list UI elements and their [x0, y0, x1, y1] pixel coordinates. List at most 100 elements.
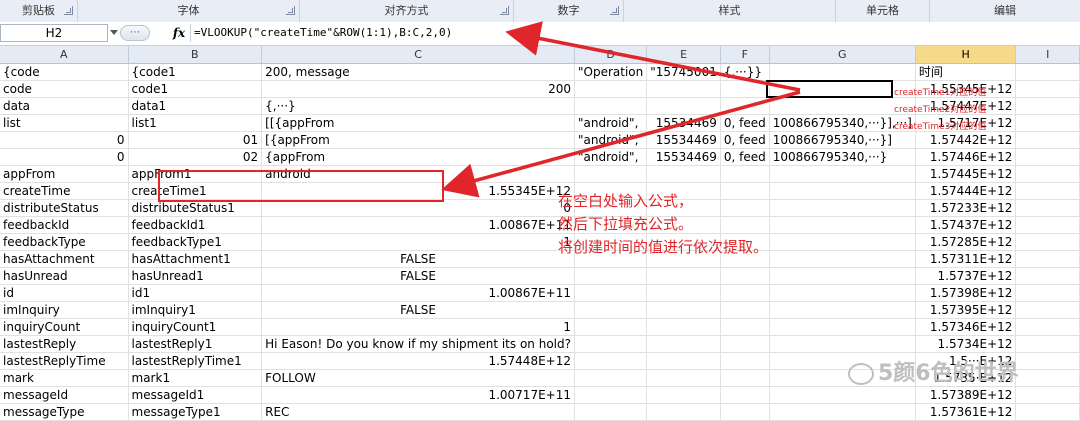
- cell-i2[interactable]: [1015, 80, 1080, 98]
- cell-a2[interactable]: code: [0, 80, 129, 98]
- column-header-c[interactable]: C: [261, 46, 575, 64]
- cell-g14[interactable]: [769, 284, 916, 302]
- cell-e3[interactable]: [646, 97, 721, 115]
- cell-c4[interactable]: [[{appFrom: [261, 114, 575, 132]
- cell-b5[interactable]: 01: [128, 131, 263, 149]
- cell-a4[interactable]: list: [0, 114, 129, 132]
- cell-e6[interactable]: 15534469: [646, 148, 721, 166]
- cell-i9[interactable]: [1015, 199, 1080, 217]
- cell-a1[interactable]: {code: [0, 63, 129, 81]
- cell-c9[interactable]: 0: [261, 199, 575, 217]
- cell-b20[interactable]: messageId1: [128, 386, 263, 404]
- cell-b17[interactable]: lastestReply1: [128, 335, 263, 353]
- cell-c6[interactable]: {appFrom: [261, 148, 575, 166]
- cell-f19[interactable]: [720, 369, 770, 387]
- column-header-a[interactable]: A: [0, 46, 129, 64]
- cell-e21[interactable]: [646, 403, 721, 421]
- insert-function-icon[interactable]: fx: [168, 24, 190, 42]
- cell-e20[interactable]: [646, 386, 721, 404]
- cell-i4[interactable]: [1015, 114, 1080, 132]
- cell-c19[interactable]: FOLLOW: [261, 369, 575, 387]
- dialog-launcher-icon[interactable]: [500, 6, 509, 15]
- cell-a16[interactable]: inquiryCount: [0, 318, 129, 336]
- ribbon-group-number[interactable]: 数字: [514, 0, 624, 22]
- cell-f21[interactable]: [720, 403, 770, 421]
- cell-c13[interactable]: FALSE: [261, 267, 575, 285]
- cell-f6[interactable]: 0, feed: [720, 148, 770, 166]
- cell-d5[interactable]: "android",: [574, 131, 648, 149]
- cell-a6[interactable]: 0: [0, 148, 129, 166]
- cell-h5[interactable]: 1.57442E+12: [915, 131, 1017, 149]
- cell-a8[interactable]: createTime: [0, 182, 129, 200]
- ribbon-group-alignment[interactable]: 对齐方式: [300, 0, 514, 22]
- cell-i15[interactable]: [1015, 301, 1080, 319]
- column-header-f[interactable]: F: [720, 46, 770, 64]
- cell-a9[interactable]: distributeStatus: [0, 199, 129, 217]
- cell-b21[interactable]: messageType1: [128, 403, 263, 421]
- column-header-e[interactable]: E: [646, 46, 721, 64]
- cell-i3[interactable]: [1015, 97, 1080, 115]
- ribbon-group-editing[interactable]: 编辑: [930, 0, 1080, 22]
- cell-h10[interactable]: 1.57437E+12: [915, 216, 1017, 234]
- ribbon-group-styles[interactable]: 样式: [624, 0, 836, 22]
- cell-e19[interactable]: [646, 369, 721, 387]
- cell-e14[interactable]: [646, 284, 721, 302]
- cell-g8[interactable]: [769, 182, 916, 200]
- column-header-g[interactable]: G: [769, 46, 916, 64]
- cell-c16[interactable]: 1: [261, 318, 575, 336]
- column-header-d[interactable]: D: [574, 46, 648, 64]
- cell-i1[interactable]: [1015, 63, 1080, 81]
- cell-d19[interactable]: [574, 369, 648, 387]
- cell-g12[interactable]: [769, 250, 916, 268]
- selected-cell-h2[interactable]: [766, 80, 893, 98]
- cell-h14[interactable]: 1.57398E+12: [915, 284, 1017, 302]
- cell-h15[interactable]: 1.57395E+12: [915, 301, 1017, 319]
- cell-a12[interactable]: hasAttachment: [0, 250, 129, 268]
- cell-g21[interactable]: [769, 403, 916, 421]
- cell-f18[interactable]: [720, 352, 770, 370]
- cell-d13[interactable]: [574, 267, 648, 285]
- cell-f13[interactable]: [720, 267, 770, 285]
- dialog-launcher-icon[interactable]: [64, 6, 73, 15]
- cell-h12[interactable]: 1.57311E+12: [915, 250, 1017, 268]
- cell-e4[interactable]: 15534469: [646, 114, 721, 132]
- cell-f3[interactable]: [720, 97, 770, 115]
- cell-b15[interactable]: imInquiry1: [128, 301, 263, 319]
- cell-i5[interactable]: [1015, 131, 1080, 149]
- cell-h21[interactable]: 1.57361E+12: [915, 403, 1017, 421]
- cell-d17[interactable]: [574, 335, 648, 353]
- cell-g9[interactable]: [769, 199, 916, 217]
- cell-h11[interactable]: 1.57285E+12: [915, 233, 1017, 251]
- cell-c1[interactable]: 200, message: [261, 63, 575, 81]
- formula-bar-handle[interactable]: ⋯: [120, 25, 150, 41]
- cell-e2[interactable]: [646, 80, 721, 98]
- cell-f15[interactable]: [720, 301, 770, 319]
- cell-i16[interactable]: [1015, 318, 1080, 336]
- cell-i8[interactable]: [1015, 182, 1080, 200]
- cell-b6[interactable]: 02: [128, 148, 263, 166]
- cell-a15[interactable]: imInquiry: [0, 301, 129, 319]
- name-box[interactable]: H2: [0, 24, 108, 42]
- cell-c18[interactable]: 1.57448E+12: [261, 352, 575, 370]
- cell-i13[interactable]: [1015, 267, 1080, 285]
- cell-h16[interactable]: 1.57346E+12: [915, 318, 1017, 336]
- cell-i7[interactable]: [1015, 165, 1080, 183]
- cell-h20[interactable]: 1.57389E+12: [915, 386, 1017, 404]
- cell-a5[interactable]: 0: [0, 131, 129, 149]
- cell-a14[interactable]: id: [0, 284, 129, 302]
- cell-f5[interactable]: 0, feed: [720, 131, 770, 149]
- cell-g17[interactable]: [769, 335, 916, 353]
- cell-d15[interactable]: [574, 301, 648, 319]
- cell-f20[interactable]: [720, 386, 770, 404]
- cell-f1[interactable]: {,···}}: [720, 63, 770, 81]
- cell-c15[interactable]: FALSE: [261, 301, 575, 319]
- cell-b2[interactable]: code1: [128, 80, 263, 98]
- cell-i12[interactable]: [1015, 250, 1080, 268]
- dialog-launcher-icon[interactable]: [610, 6, 619, 15]
- cell-e15[interactable]: [646, 301, 721, 319]
- cell-e18[interactable]: [646, 352, 721, 370]
- cell-c21[interactable]: REC: [261, 403, 575, 421]
- cell-i21[interactable]: [1015, 403, 1080, 421]
- cell-b12[interactable]: hasAttachment1: [128, 250, 263, 268]
- cell-a20[interactable]: messageId: [0, 386, 129, 404]
